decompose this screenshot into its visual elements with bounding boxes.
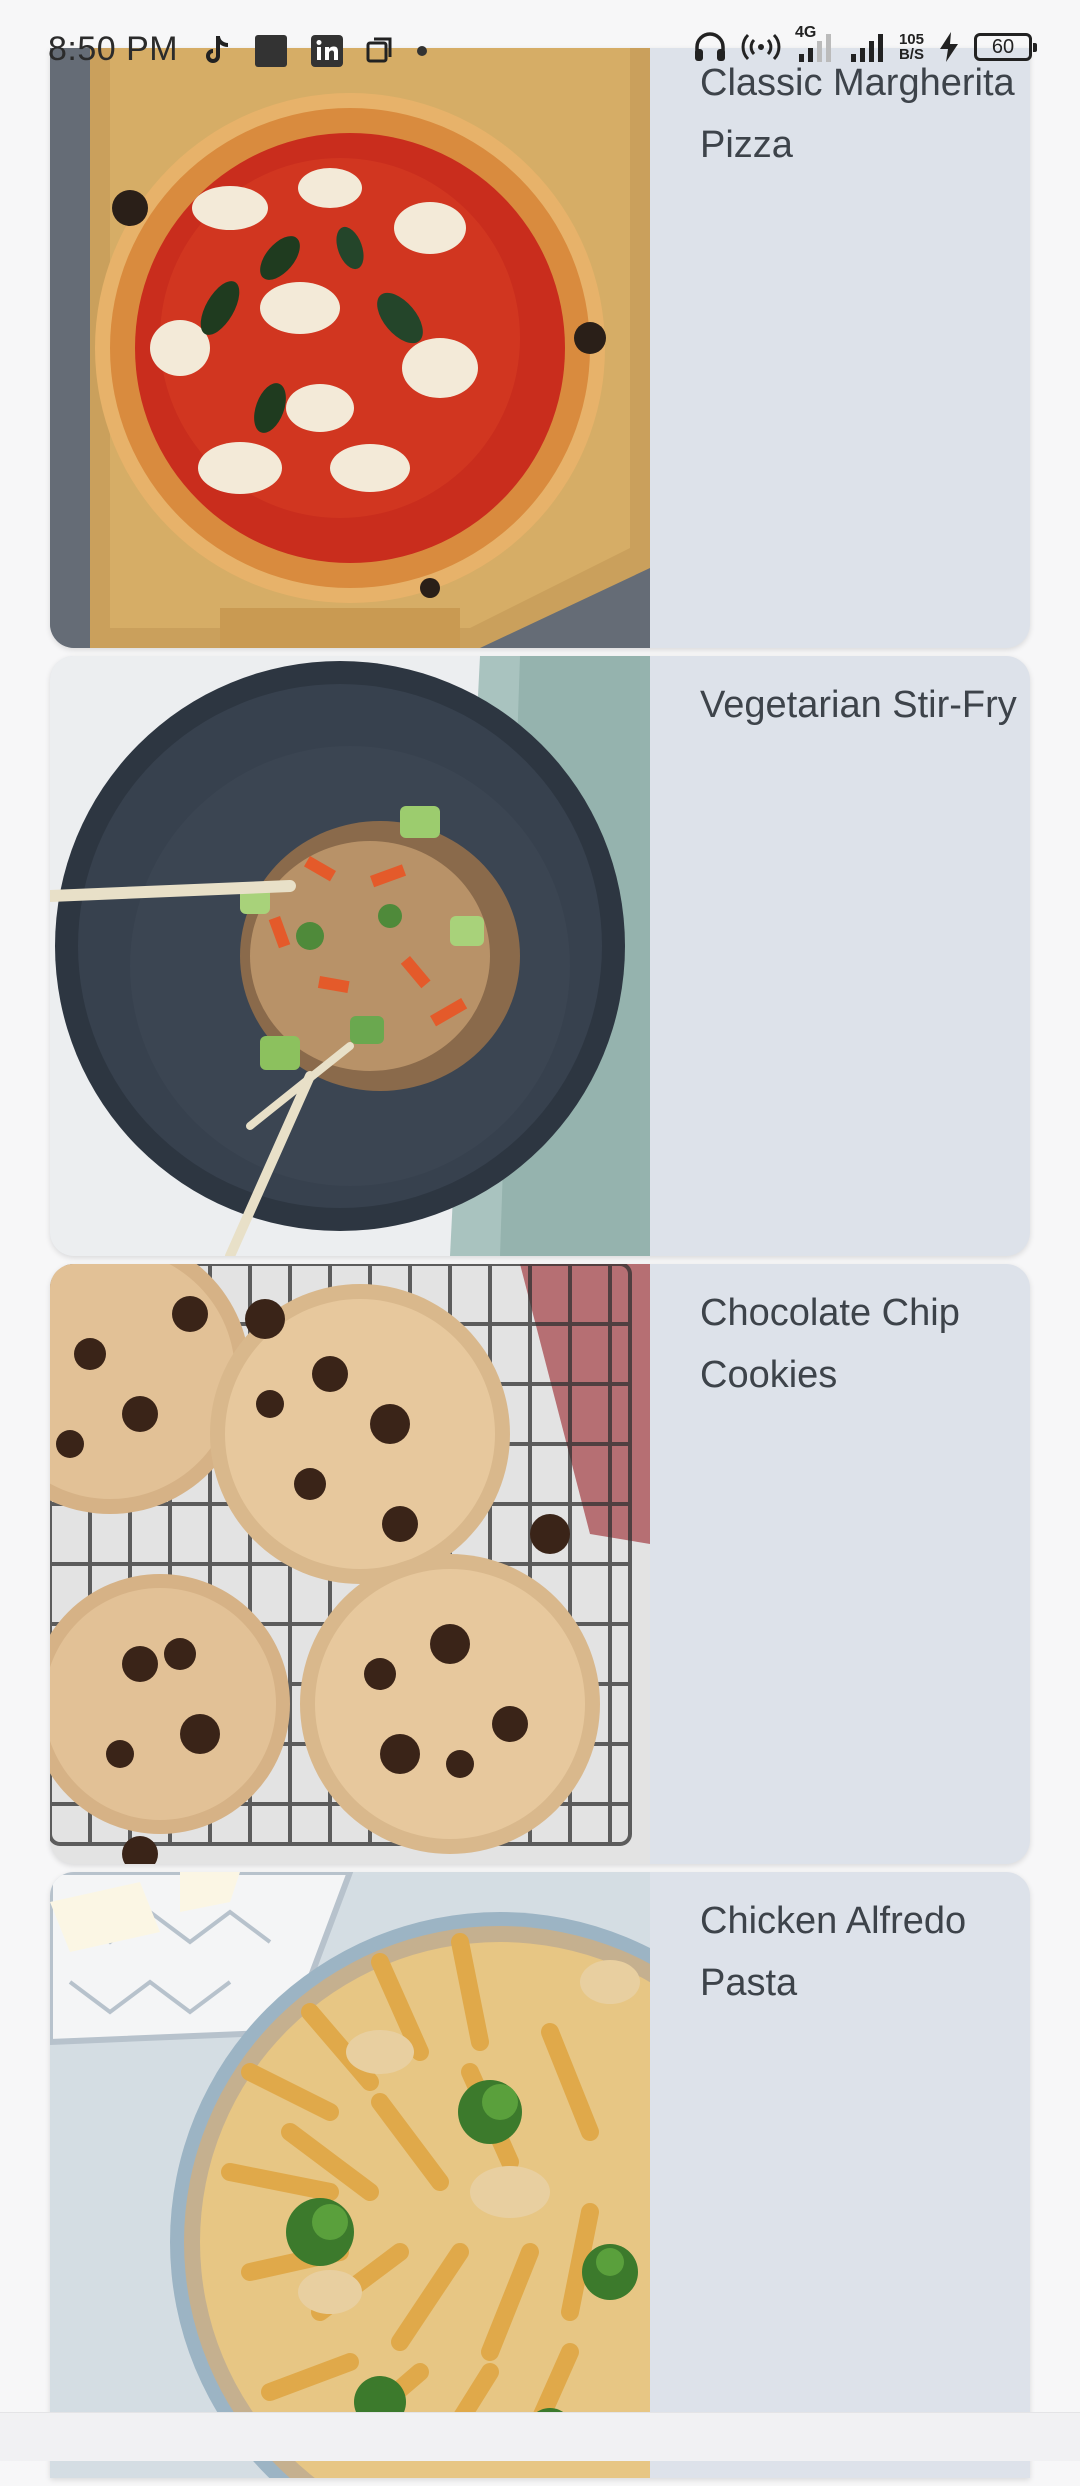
chocolate-chip-cookies-photo: [50, 1264, 650, 1864]
recipe-card[interactable]: Vegetarian Stir-Fry: [50, 656, 1030, 1256]
vegetarian-stir-fry-photo: [50, 656, 650, 1256]
chicken-alfredo-pasta-photo: [50, 1872, 650, 2478]
recipe-title: Vegetarian Stir-Fry: [700, 684, 1017, 726]
net-speed-value: 105: [898, 31, 924, 48]
margherita-pizza-photo: [50, 48, 650, 648]
recipe-title: Chicken Alfredo Pasta: [700, 1900, 967, 2004]
recipe-list: Classic Margherita Pizza Vegetarian Stir…: [50, 48, 1030, 2486]
recipe-title: Chocolate Chip Cookies: [700, 1292, 960, 1396]
network-type-label: 4G: [794, 24, 817, 41]
bottom-navigation-bar: [0, 2412, 1080, 2461]
recipe-title: Classic Margherita Pizza: [700, 62, 1015, 166]
recipe-card[interactable]: Chicken Alfredo Pasta: [50, 1872, 1030, 2478]
recipe-card[interactable]: Classic Margherita Pizza: [50, 48, 1030, 648]
recipe-card[interactable]: Chocolate Chip Cookies: [50, 1264, 1030, 1864]
